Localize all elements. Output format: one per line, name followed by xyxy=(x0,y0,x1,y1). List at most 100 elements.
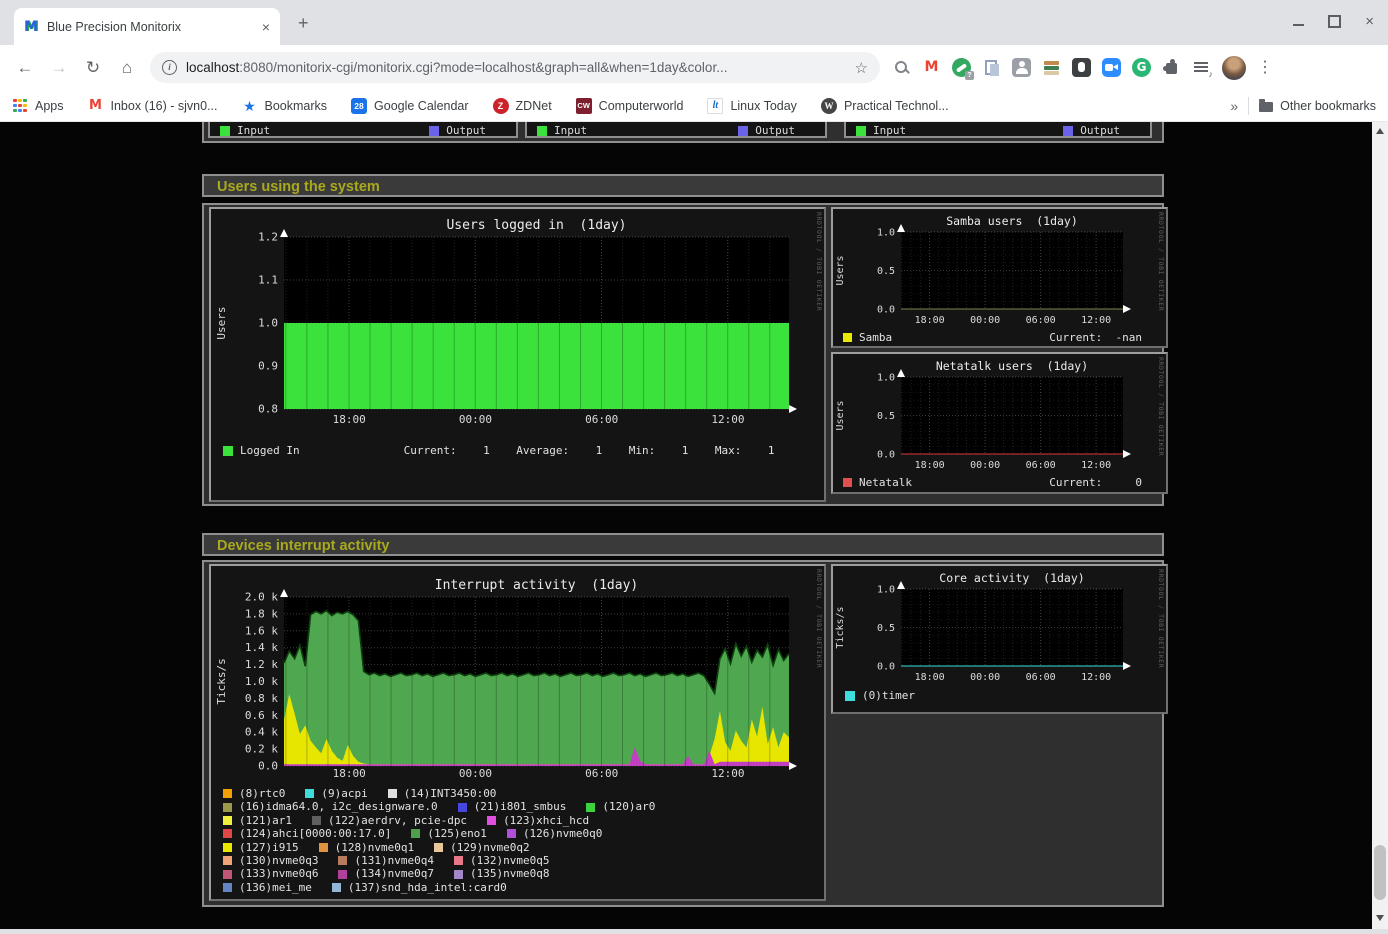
legend-stats: Current: 0 xyxy=(1049,476,1142,489)
bookmark-inbox[interactable]: M Inbox (16) - sjvn0... xyxy=(88,98,218,114)
scrollbar-thumb[interactable] xyxy=(1374,845,1386,900)
scroll-down-icon[interactable] xyxy=(1376,915,1384,921)
site-info-icon[interactable]: i xyxy=(162,60,177,75)
svg-text:18:00: 18:00 xyxy=(915,315,945,326)
legend-item: (129)nvme0q2 xyxy=(434,841,529,854)
puzzle-extensions-icon[interactable] xyxy=(1162,58,1181,77)
core-activity-panel: 1.00.50.0Core activity (1day)18:0000:000… xyxy=(831,564,1168,714)
back-icon[interactable]: ← xyxy=(8,58,42,78)
svg-text:2.0 k: 2.0 k xyxy=(245,591,278,604)
profile-icon[interactable] xyxy=(1012,58,1031,77)
color-swatch xyxy=(411,829,420,838)
rrdtool-watermark: RRDTOOL / TOBI OETIKER xyxy=(815,212,823,311)
scroll-up-icon[interactable] xyxy=(1376,128,1384,134)
menu-icon[interactable]: ⋮ xyxy=(1257,58,1269,77)
color-swatch xyxy=(223,803,232,812)
rrdtool-watermark: RRDTOOL / TOBI OETIKER xyxy=(1157,212,1165,311)
legend-item: (126)nvme0q0 xyxy=(507,827,602,840)
svg-text:Netatalk users (1day): Netatalk users (1day) xyxy=(936,359,1088,373)
bookmark-star-icon[interactable]: ☆ xyxy=(855,59,868,77)
tab-close-icon[interactable]: × xyxy=(262,19,270,35)
color-swatch xyxy=(537,126,547,136)
legend-item: (136)mei_me xyxy=(223,881,312,894)
video-call-icon[interactable] xyxy=(1102,58,1121,77)
color-swatch xyxy=(223,789,232,798)
vertical-scrollbar[interactable] xyxy=(1372,122,1388,929)
legend-item: (123)xhci_hcd xyxy=(487,814,589,827)
color-swatch xyxy=(856,126,866,136)
home-icon[interactable]: ⌂ xyxy=(110,58,144,78)
copy-icon[interactable] xyxy=(982,58,1001,77)
new-tab-button[interactable]: + xyxy=(298,13,309,34)
core-chart-canvas: 1.00.50.0Core activity (1day)18:0000:000… xyxy=(833,566,1164,684)
gmail-icon[interactable]: M xyxy=(922,58,941,77)
legend-item: (121)ar1 xyxy=(223,814,292,827)
computerworld-icon: CW xyxy=(576,98,592,114)
linuxtoday-icon: lt xyxy=(707,98,723,114)
color-swatch xyxy=(223,446,233,456)
netatalk-legend: NetatalkCurrent: 0 xyxy=(843,476,1166,489)
legend-item: (133)nvme0q6 xyxy=(223,867,318,880)
legend-item: (135)nvme0q8 xyxy=(454,867,549,880)
voice-icon[interactable] xyxy=(952,58,971,77)
extension-dark-icon[interactable] xyxy=(1072,58,1091,77)
other-bookmarks[interactable]: Other bookmarks xyxy=(1259,99,1376,113)
bookmark-bookmarks[interactable]: ★ Bookmarks xyxy=(242,98,328,114)
svg-text:06:00: 06:00 xyxy=(585,767,618,780)
legend-item: (127)i915 xyxy=(223,841,299,854)
legend-item: (131)nvme0q4 xyxy=(338,854,433,867)
svg-text:12:00: 12:00 xyxy=(1081,315,1111,326)
bookmark-practical-tech[interactable]: W Practical Technol... xyxy=(821,98,949,114)
section-header-users: Users using the system xyxy=(202,174,1164,197)
svg-text:1.0: 1.0 xyxy=(877,585,895,596)
svg-text:1.1: 1.1 xyxy=(258,274,278,287)
svg-text:00:00: 00:00 xyxy=(970,672,1000,683)
color-swatch xyxy=(1063,126,1073,136)
browser-titlebar: M Blue Precision Monitorix × + × xyxy=(0,0,1388,45)
browser-tab[interactable]: M Blue Precision Monitorix × xyxy=(14,8,280,45)
svg-text:Ticks/s: Ticks/s xyxy=(835,606,846,648)
legend-item: (134)nvme0q7 xyxy=(338,867,433,880)
url-path: :8080/monitorix-cgi/monitorix.cgi?mode=l… xyxy=(239,60,727,75)
bookmark-google-calendar[interactable]: 28 Google Calendar xyxy=(351,98,469,114)
color-swatch xyxy=(845,691,855,701)
window-minimize-icon[interactable] xyxy=(1293,24,1304,26)
color-swatch xyxy=(223,870,232,879)
samba-legend: SambaCurrent: -nan xyxy=(843,331,1166,344)
svg-text:18:00: 18:00 xyxy=(915,460,945,471)
apps-grid-icon xyxy=(12,98,28,114)
color-swatch xyxy=(388,789,397,798)
samba-users-panel: 1.00.50.0Samba users (1day)18:0000:0006:… xyxy=(831,207,1168,348)
playlist-icon[interactable] xyxy=(1192,58,1211,77)
bookmark-computerworld[interactable]: CW Computerworld xyxy=(576,98,684,114)
search-icon[interactable] xyxy=(892,58,911,77)
svg-text:Interrupt activity (1day): Interrupt activity (1day) xyxy=(435,578,639,593)
bookmark-linux-today[interactable]: lt Linux Today xyxy=(707,98,797,114)
books-icon[interactable] xyxy=(1042,58,1061,77)
color-swatch xyxy=(223,829,232,838)
svg-text:18:00: 18:00 xyxy=(333,413,366,426)
svg-text:06:00: 06:00 xyxy=(1026,672,1056,683)
url-text[interactable]: localhost:8080/monitorix-cgi/monitorix.c… xyxy=(186,60,847,75)
grammarly-icon[interactable]: G xyxy=(1132,58,1151,77)
cutoff-section: Input Output Input Output Input Output xyxy=(202,122,1164,143)
address-bar[interactable]: i localhost:8080/monitorix-cgi/monitorix… xyxy=(150,52,880,83)
legend-stats: Current: 1 Average: 1 Min: 1 Max: 1 xyxy=(404,444,775,457)
color-swatch xyxy=(458,803,467,812)
star-icon: ★ xyxy=(242,98,258,114)
forward-icon: → xyxy=(42,58,76,78)
bookmark-apps[interactable]: Apps xyxy=(12,98,64,114)
svg-text:12:00: 12:00 xyxy=(711,767,744,780)
svg-text:Ticks/s: Ticks/s xyxy=(215,658,228,704)
legend-item: (132)nvme0q5 xyxy=(454,854,549,867)
bookmarks-overflow-icon[interactable]: » xyxy=(1230,98,1238,114)
rrdtool-watermark: RRDTOOL / TOBI OETIKER xyxy=(1157,357,1165,456)
reload-icon[interactable]: ↻ xyxy=(76,58,110,78)
color-swatch xyxy=(338,856,347,865)
color-swatch xyxy=(434,843,443,852)
window-close-icon[interactable]: × xyxy=(1365,17,1374,27)
bookmark-zdnet[interactable]: Z ZDNet xyxy=(493,98,552,114)
window-maximize-icon[interactable] xyxy=(1328,15,1341,28)
avatar[interactable] xyxy=(1222,56,1246,80)
core-legend: (0)timer xyxy=(845,689,1166,702)
